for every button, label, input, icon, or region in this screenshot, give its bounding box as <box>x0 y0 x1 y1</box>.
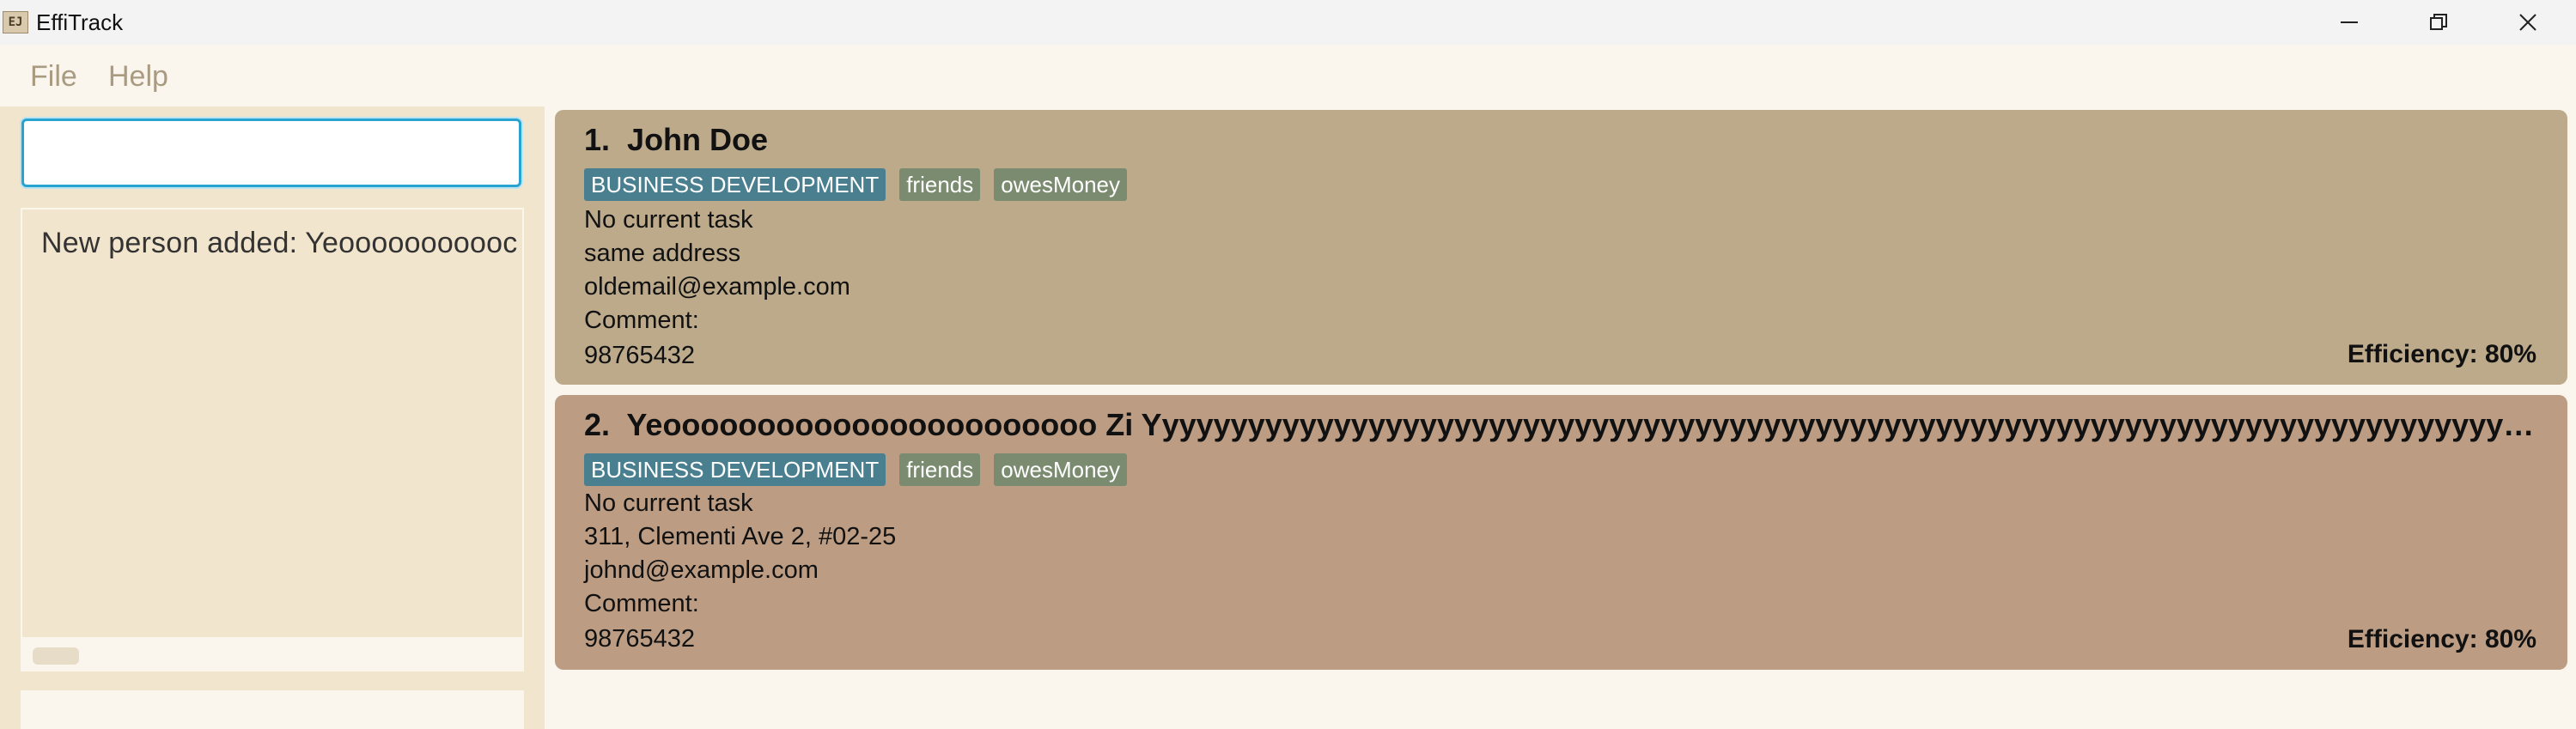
close-button[interactable] <box>2483 0 2573 45</box>
person-address: same address <box>584 240 741 267</box>
restore-button[interactable] <box>2394 0 2483 45</box>
person-name: 1. John Doe <box>584 122 768 158</box>
person-comment: Comment: <box>584 590 699 617</box>
close-icon <box>2519 14 2536 31</box>
person-card[interactable]: 1. John Doe BUSINESS DEVELOPMENT friends… <box>555 110 2567 385</box>
person-phone: 98765432 <box>584 625 696 653</box>
person-name-text: John Doe <box>627 122 769 157</box>
status-bar <box>21 690 524 729</box>
title-bar: EJ EffiTrack <box>0 0 2576 45</box>
menu-bar: File Help <box>0 45 2576 106</box>
tag: owesMoney <box>994 453 1127 486</box>
person-efficiency: Efficiency: 80% <box>2347 625 2536 653</box>
person-name: 2. Yeooooooooooooooooooooooo Zi Yyyyyyyy… <box>584 407 2551 443</box>
result-display[interactable]: New person added: Yeooooooooooc <box>21 208 524 671</box>
person-efficiency: Efficiency: 80% <box>2347 340 2536 368</box>
command-input[interactable] <box>21 118 521 187</box>
tag: friends <box>899 453 981 486</box>
menu-help[interactable]: Help <box>108 60 168 94</box>
minimize-icon <box>2341 21 2358 23</box>
tag-list: BUSINESS DEVELOPMENT friends owesMoney <box>584 453 1127 486</box>
person-card[interactable]: 2. Yeooooooooooooooooooooooo Zi Yyyyyyyy… <box>555 395 2567 670</box>
person-address: 311, Clementi Ave 2, #02-25 <box>584 523 897 550</box>
person-task: No current task <box>584 489 753 517</box>
result-message: New person added: Yeooooooooooc <box>41 227 518 259</box>
person-index: 2. <box>584 407 611 442</box>
person-comment: Comment: <box>584 307 699 334</box>
tag-list: BUSINESS DEVELOPMENT friends owesMoney <box>584 168 1127 201</box>
person-index: 1. <box>584 122 611 157</box>
person-email: johnd@example.com <box>584 556 819 584</box>
tag: friends <box>899 168 981 201</box>
scrollbar-thumb[interactable] <box>33 647 79 665</box>
result-horizontal-scrollbar[interactable] <box>22 637 522 670</box>
person-phone: 98765432 <box>584 342 696 369</box>
person-email: oldemail@example.com <box>584 273 850 301</box>
tag: owesMoney <box>994 168 1127 201</box>
app-logo-icon: EJ <box>3 11 28 33</box>
window-title: EffiTrack <box>36 9 124 35</box>
tag-department: BUSINESS DEVELOPMENT <box>584 453 886 486</box>
tag-department: BUSINESS DEVELOPMENT <box>584 168 886 201</box>
person-name-text: Yeooooooooooooooooooooooo Zi Yyyyyyyyyyy… <box>626 407 2551 442</box>
person-task: No current task <box>584 206 753 234</box>
restore-icon <box>2430 14 2447 30</box>
menu-file[interactable]: File <box>30 60 77 94</box>
minimize-button[interactable] <box>2305 0 2394 45</box>
